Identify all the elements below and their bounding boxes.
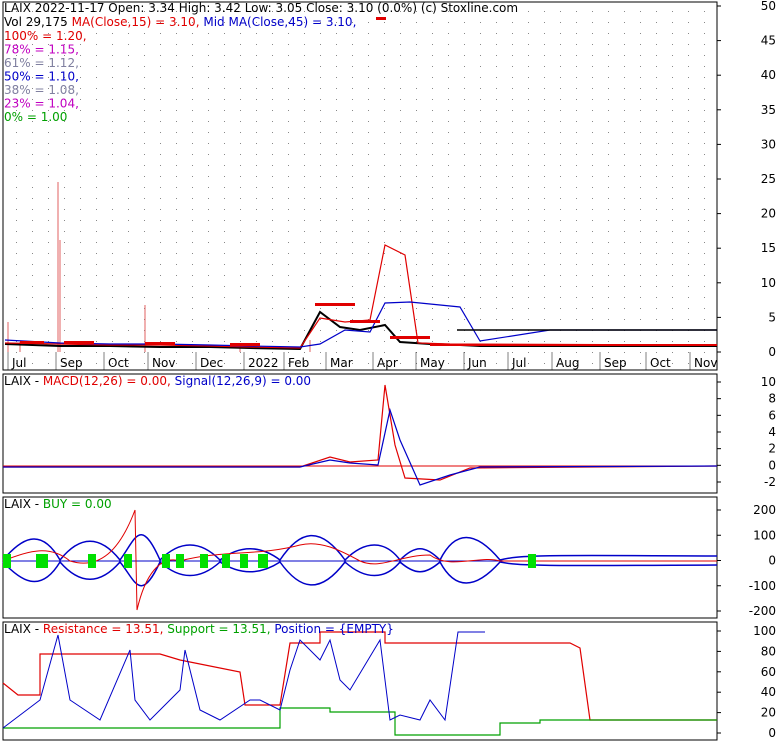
macd-y-axis: -2 0 2 4 6 8 10 xyxy=(717,375,776,489)
buy-panel: -200 -100 0 100 200 LAIX - BUY = 0.00 xyxy=(2,496,776,619)
x-tick-label: May xyxy=(420,356,445,370)
y-tick-label: 10 xyxy=(761,276,776,290)
macd-title: LAIX - MACD(12,26) = 0.00, Signal(12,26,… xyxy=(4,374,311,388)
buy-red-line xyxy=(2,509,717,611)
y-tick-label: 15 xyxy=(761,241,776,255)
fib-level-label: 0% = 1.00 xyxy=(4,110,67,124)
y-tick-label: -2 xyxy=(764,475,776,489)
y-tick-label: 2 xyxy=(768,442,776,456)
macd-frame xyxy=(2,373,718,494)
y-tick-label: 35 xyxy=(761,103,776,117)
fib-level-label: 61% = 1.12, xyxy=(4,56,79,70)
buy-title: LAIX - BUY = 0.00 xyxy=(4,497,112,511)
vol-text: Vol 29,175 xyxy=(4,15,68,29)
stock-chart: 05101520253035404550 Jul Sep Oct Nov Dec 2022… xyxy=(2,0,776,741)
x-tick-label: Jun xyxy=(467,356,487,370)
resistance-line xyxy=(2,631,717,721)
y-tick-label: -100 xyxy=(749,579,776,593)
position-line xyxy=(2,631,485,729)
buy-prefix: LAIX - xyxy=(4,497,43,511)
y-tick-label: 40 xyxy=(761,68,776,82)
y-tick-label: 0 xyxy=(768,458,776,472)
buy-label: BUY = 0.00 xyxy=(43,497,112,511)
rsp-title: LAIX - Resistance = 13.51, Support = 13.… xyxy=(4,622,394,636)
x-tick-label: Jul xyxy=(511,356,526,370)
y-tick-label: 80 xyxy=(761,644,776,658)
fib-level-label: 100% = 1.20, xyxy=(4,29,87,43)
y-tick-label: 50 xyxy=(761,0,776,13)
signal-label: Signal(12,26,9) = 0.00 xyxy=(175,374,311,388)
buy-y-axis: -200 -100 0 100 200 xyxy=(717,503,776,618)
y-tick-label: 200 xyxy=(753,503,776,517)
y-tick-label: 0 xyxy=(768,345,776,359)
x-tick-label: Mar xyxy=(330,356,353,370)
fib-level-label: 50% = 1.10, xyxy=(4,70,79,84)
y-tick-label: 0 xyxy=(768,726,776,740)
y-tick-label: 6 xyxy=(768,408,776,422)
fib-levels: 100% = 1.20,78% = 1.15,61% = 1.12,50% = … xyxy=(4,29,87,124)
rsp-y-axis: 0 20 40 60 80 100 xyxy=(717,624,776,740)
x-tick-label: Nov xyxy=(152,356,175,370)
y-tick-label: 45 xyxy=(761,34,776,48)
price-y-axis: 0 5 10 15 20 25 30 35 40 45 50 xyxy=(717,0,776,359)
x-tick-label: Aug xyxy=(556,356,579,370)
price-subheader: Vol 29,175 MA(Close,15) = 3.10, Mid MA(C… xyxy=(4,15,356,29)
y-tick-label: 25 xyxy=(761,172,776,186)
y-tick-label: 60 xyxy=(761,665,776,679)
x-tick-label: Apr xyxy=(377,356,398,370)
y-tick-label: 40 xyxy=(761,685,776,699)
buy-upper-band xyxy=(2,534,718,562)
macd-prefix: LAIX - xyxy=(4,374,43,388)
y-tick-label: 100 xyxy=(753,624,776,638)
x-tick-label: Jul xyxy=(11,356,26,370)
x-tick-label: Feb xyxy=(288,356,309,370)
x-tick-label: Oct xyxy=(650,356,671,370)
mid-ma45-label: Mid MA(Close,45) = 3.10, xyxy=(203,15,356,29)
buy-frame xyxy=(2,496,718,619)
fib-level-label: 23% = 1.04, xyxy=(4,97,79,111)
y-tick-label: 10 xyxy=(761,375,776,389)
buy-lower-band xyxy=(2,560,718,587)
price-panel: 0 5 10 15 20 25 30 35 40 45 50 Jul Sep Oct Nov Dec 2022… xyxy=(2,0,776,371)
y-tick-label: 8 xyxy=(768,392,776,406)
x-tick-label: Oct xyxy=(108,356,129,370)
y-tick-label: -200 xyxy=(749,604,776,618)
x-tick-label: Dec xyxy=(200,356,223,370)
x-tick-label: Nov xyxy=(694,356,717,370)
resistance-label: Resistance = 13.51, xyxy=(43,622,164,636)
x-tick-label: 2022 xyxy=(248,356,279,370)
y-tick-label: 4 xyxy=(768,425,776,439)
y-tick-label: 20 xyxy=(761,706,776,720)
macd-panel: -2 0 2 4 6 8 10 LAIX - MACD(12,26) = 0.00, Sig… xyxy=(2,373,776,494)
x-tick-label: Sep xyxy=(60,356,83,370)
price-header: LAIX 2022-11-17 Open: 3.34 High: 3.42 Lo… xyxy=(4,1,518,15)
y-tick-label: 5 xyxy=(768,310,776,324)
support-label: Support = 13.51, xyxy=(167,622,270,636)
ma15-label: MA(Close,15) = 3.10, xyxy=(72,15,200,29)
rsp-panel: 0 20 40 60 80 100 LAIX - Resistance = 13.51, … xyxy=(2,621,776,741)
y-tick-label: 20 xyxy=(761,207,776,221)
support-line-rsp xyxy=(3,707,717,736)
position-label: Position = {EMPTY} xyxy=(274,622,394,636)
y-tick-label: 100 xyxy=(753,528,776,542)
price-grid xyxy=(3,2,717,370)
macd-label: MACD(12,26) = 0.00, xyxy=(43,374,171,388)
y-tick-label: 30 xyxy=(761,137,776,151)
rsp-frame xyxy=(2,621,718,741)
fib-level-label: 38% = 1.08, xyxy=(4,83,79,97)
x-tick-label: Sep xyxy=(604,356,627,370)
rsp-prefix: LAIX - xyxy=(4,622,43,636)
signal-line xyxy=(3,407,718,486)
close-marker xyxy=(376,17,386,20)
fib-level-label: 78% = 1.15, xyxy=(4,43,79,57)
y-tick-label: 0 xyxy=(768,554,776,568)
